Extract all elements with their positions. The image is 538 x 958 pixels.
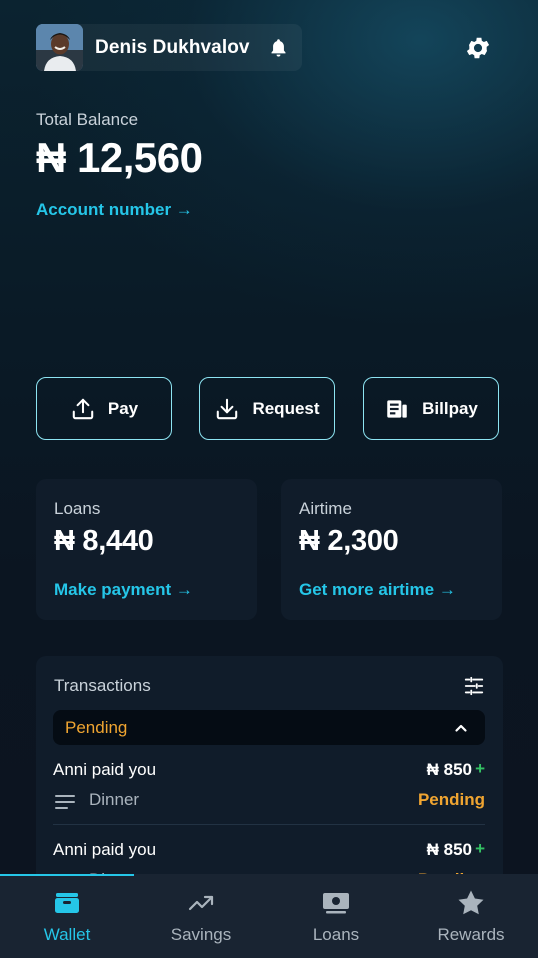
transaction-sign: + (475, 759, 485, 778)
transactions-panel: Transactions Pending Anni paid you ₦ 850… (36, 656, 503, 896)
trending-up-icon (188, 895, 214, 911)
transaction-description: Anni paid you (53, 760, 157, 779)
nav-label-rewards: Rewards (437, 925, 505, 944)
divider (53, 824, 485, 825)
transaction-amount: ₦ 850 (426, 760, 472, 779)
sliders-icon[interactable] (463, 675, 485, 697)
transactions-title: Transactions (54, 676, 151, 695)
loans-label: Loans (54, 499, 101, 518)
bottom-nav: Wallet Savings Loans Rewards (0, 874, 538, 958)
transaction-amount: ₦ 850 (426, 840, 472, 859)
status-filter-value: Pending (65, 718, 128, 737)
account-number-link[interactable]: Account number → (36, 200, 193, 220)
status-filter-dropdown[interactable]: Pending (53, 710, 485, 745)
nav-label-loans: Loans (312, 925, 360, 944)
make-payment-link[interactable]: Make payment → (54, 580, 193, 600)
header: Denis Dukhvalov (36, 24, 502, 72)
pay-button-label: Pay (107, 398, 139, 418)
notes-icon (55, 795, 75, 809)
airtime-card: Airtime ₦ 2,300 Get more airtime → (281, 479, 502, 620)
loans-value: ₦ 8,440 (54, 525, 154, 557)
cash-icon (323, 893, 349, 914)
nav-label-wallet: Wallet (43, 925, 91, 944)
bell-icon[interactable] (268, 37, 289, 58)
get-airtime-link[interactable]: Get more airtime → (299, 580, 456, 600)
upload-icon (72, 398, 94, 419)
nav-label-savings: Savings (170, 925, 232, 944)
bill-icon (387, 399, 407, 418)
nav-item-rewards[interactable]: Rewards (404, 874, 538, 958)
request-button-label: Request (252, 398, 320, 418)
airtime-value: ₦ 2,300 (299, 525, 399, 557)
user-name: Denis Dukhvalov (95, 37, 250, 58)
request-button[interactable]: Request (199, 377, 335, 440)
billpay-button[interactable]: Billpay (363, 377, 499, 440)
transaction-sign: + (475, 839, 485, 858)
loans-card: Loans ₦ 8,440 Make payment → (36, 479, 257, 620)
airtime-label: Airtime (299, 499, 352, 518)
chevron-up-icon (455, 724, 467, 732)
transaction-row[interactable]: Anni paid you ₦ 850 + Dinner Pending (53, 759, 485, 828)
nav-item-wallet[interactable]: Wallet (0, 874, 134, 958)
pay-button[interactable]: Pay (36, 377, 172, 440)
profile-pill[interactable]: Denis Dukhvalov (36, 24, 302, 71)
avatar[interactable] (36, 24, 83, 71)
gear-icon[interactable] (464, 34, 492, 62)
transaction-description: Anni paid you (53, 840, 157, 859)
balance-value: ₦ 12,560 (36, 134, 203, 181)
nav-item-savings[interactable]: Savings (134, 874, 268, 958)
transaction-status: Pending (417, 790, 485, 809)
billpay-button-label: Billpay (422, 398, 478, 418)
download-icon (217, 398, 238, 419)
balance-label: Total Balance (36, 110, 139, 129)
star-icon (458, 890, 484, 915)
transaction-note: Dinner (89, 790, 140, 809)
wallet-icon (55, 893, 79, 913)
nav-item-loans[interactable]: Loans (269, 874, 403, 958)
